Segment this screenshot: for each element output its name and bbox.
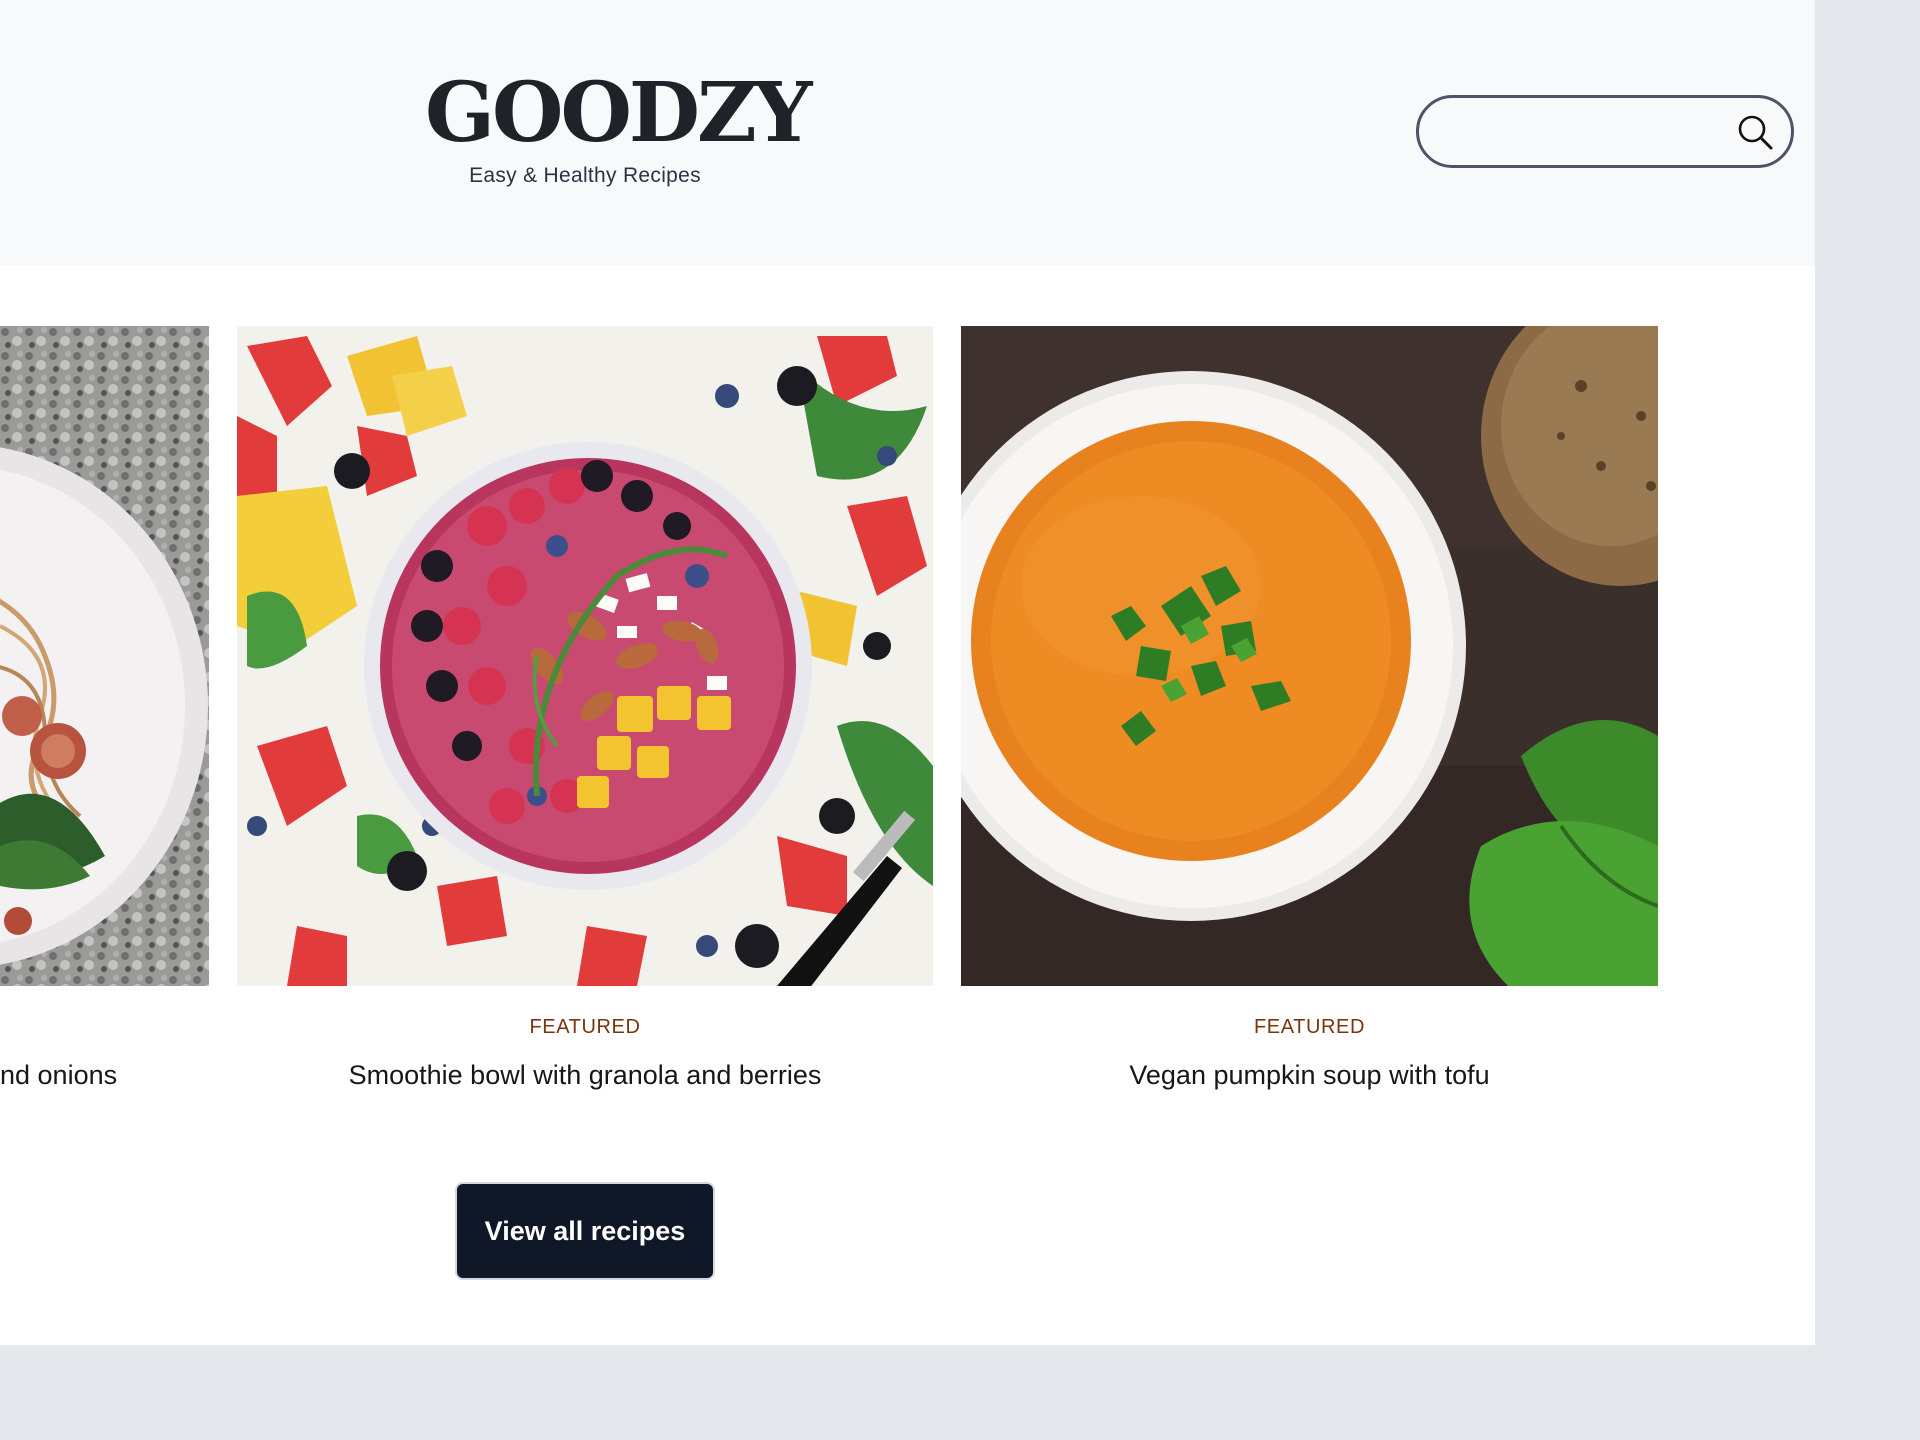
page: GOODZY Easy & Healthy Recipes nd onions … xyxy=(0,0,1815,1345)
card-image-pasta[interactable] xyxy=(0,326,209,986)
card-title-pasta[interactable]: nd onions xyxy=(0,1060,209,1091)
card-label-soup: FEATURED xyxy=(1253,1016,1366,1038)
card-title-soup[interactable]: Vegan pumpkin soup with tofu xyxy=(961,1060,1658,1091)
search-button[interactable] xyxy=(1733,110,1777,154)
site-header: GOODZY Easy & Healthy Recipes xyxy=(0,0,1815,266)
search-box[interactable] xyxy=(1416,95,1794,168)
logo-title: GOODZY xyxy=(425,65,812,161)
site-logo[interactable]: GOODZY Easy & Healthy Recipes xyxy=(425,65,812,188)
card-title-smoothie[interactable]: Smoothie bowl with granola and berries xyxy=(237,1060,933,1091)
logo-tagline: Easy & Healthy Recipes xyxy=(469,164,701,187)
card-image-soup[interactable] xyxy=(961,326,1658,986)
card-label-smoothie: FEATURED xyxy=(529,1016,641,1038)
card-image-smoothie[interactable] xyxy=(237,326,933,986)
smoothie-bowl-photo xyxy=(237,326,933,986)
search-input[interactable] xyxy=(1443,112,1717,154)
search-icon xyxy=(1738,115,1773,150)
pasta-plate-photo xyxy=(0,326,209,986)
pumpkin-soup-photo xyxy=(961,326,1658,986)
view-all-recipes-button[interactable]: View all recipes xyxy=(455,1182,715,1280)
